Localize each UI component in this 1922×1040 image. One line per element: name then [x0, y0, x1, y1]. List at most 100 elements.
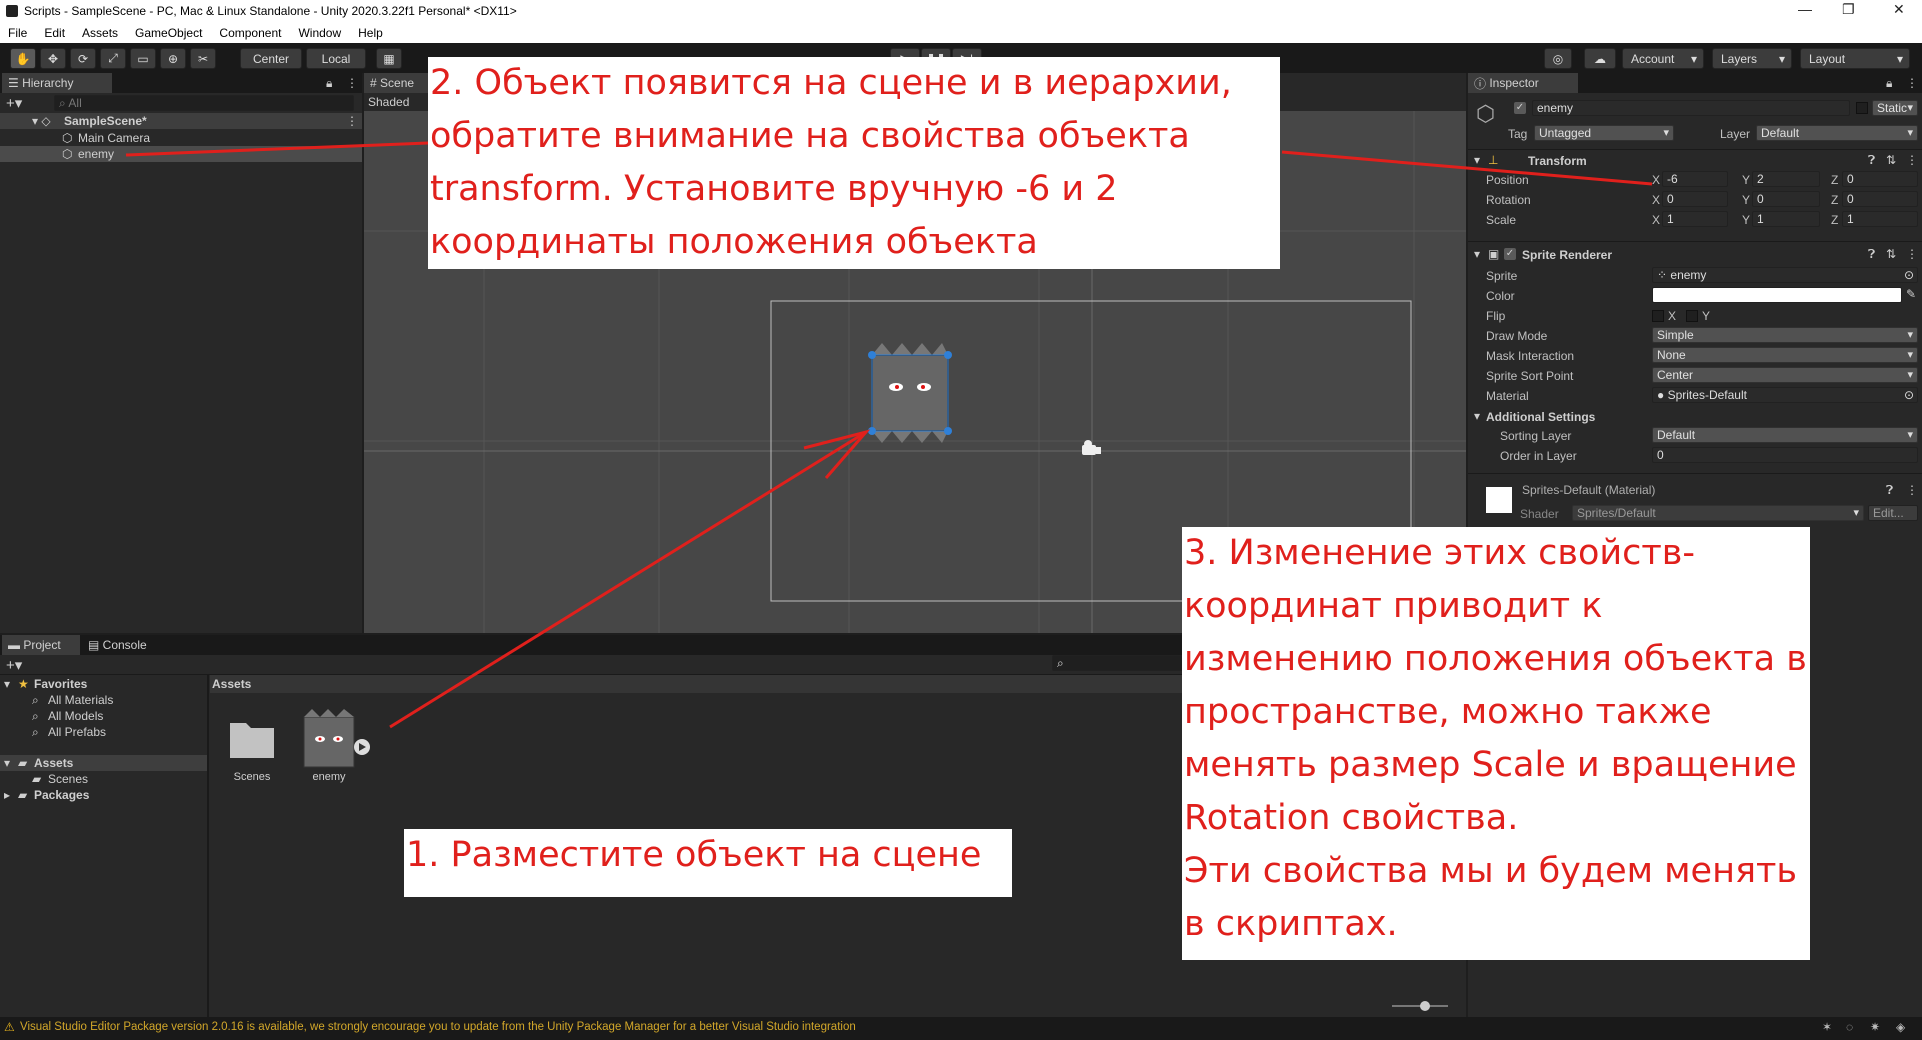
tab-console[interactable]: ▤ Console — [82, 635, 166, 655]
pivot-local-button[interactable]: Local — [306, 48, 366, 69]
layers-dropdown[interactable]: Layers ▾ — [1712, 48, 1792, 69]
foldout-arrow-icon[interactable]: ▾ — [1474, 153, 1480, 167]
sprite-field[interactable]: ⁘ enemy ⊙ — [1652, 267, 1918, 283]
menu-assets[interactable]: Assets — [82, 26, 118, 40]
static-checkbox[interactable] — [1856, 102, 1868, 114]
asset-sprite-enemy[interactable]: enemy — [298, 709, 374, 805]
object-name-field[interactable]: enemy — [1532, 100, 1850, 116]
color-swatch[interactable] — [1652, 287, 1902, 303]
tab-inspector[interactable]: ⓘ Inspector — [1468, 73, 1578, 93]
enemy-sprite[interactable] — [868, 343, 952, 443]
mask-interaction-dropdown[interactable]: None — [1652, 347, 1918, 363]
create-asset-button[interactable]: +▾ — [6, 656, 22, 674]
asset-folder-scenes[interactable]: Scenes — [226, 715, 280, 805]
assets-folder-row[interactable]: ▾ ▰ Assets — [0, 755, 207, 771]
sort-point-dropdown[interactable]: Center — [1652, 367, 1918, 383]
shading-mode-dropdown[interactable]: Shaded — [368, 95, 409, 109]
account-dropdown[interactable]: Account ▾ — [1622, 48, 1704, 69]
foldout-arrow-icon[interactable]: ▾ — [1474, 409, 1480, 423]
minimize-button[interactable]: — — [1798, 1, 1812, 17]
scale-tool-icon[interactable]: ⤢ — [100, 48, 126, 69]
rect-tool-icon[interactable]: ▭ — [130, 48, 156, 69]
order-in-layer-field[interactable]: 0 — [1652, 447, 1918, 463]
kebab-menu-icon[interactable]: ⋮ — [1906, 483, 1918, 497]
position-y-field[interactable]: 2 — [1752, 171, 1820, 187]
favorite-item[interactable]: All Prefabs — [48, 725, 106, 739]
help-icon[interactable]: ❓︎ — [1886, 483, 1893, 498]
pivot-center-button[interactable]: Center — [240, 48, 302, 69]
scale-x-field[interactable]: 1 — [1662, 211, 1728, 227]
menu-gameobject[interactable]: GameObject — [135, 26, 202, 40]
menu-component[interactable]: Component — [219, 26, 281, 40]
lighting-icon[interactable]: ◈ — [1896, 1020, 1905, 1034]
custom-tool-icon[interactable]: ✂ — [190, 48, 216, 69]
lock-icon[interactable]: 🔒︎ — [326, 76, 332, 91]
packages-folder-label[interactable]: Packages — [34, 788, 89, 802]
shader-dropdown[interactable]: Sprites/Default — [1572, 505, 1864, 521]
active-checkbox[interactable]: ✓ — [1514, 102, 1526, 114]
tag-dropdown[interactable]: Untagged — [1534, 125, 1674, 141]
debug-icon[interactable]: ✶ — [1822, 1020, 1832, 1034]
hand-tool-icon[interactable]: ✋ — [10, 48, 36, 69]
scale-y-field[interactable]: 1 — [1752, 211, 1820, 227]
transform-tool-icon[interactable]: ⊕ — [160, 48, 186, 69]
position-z-field[interactable]: 0 — [1842, 171, 1918, 187]
eyedropper-icon[interactable]: ✎ — [1906, 287, 1916, 301]
tab-hierarchy[interactable]: ☰ Hierarchy — [2, 73, 112, 93]
help-icon[interactable]: ❓︎ — [1868, 153, 1875, 168]
help-icon[interactable]: ❓︎ — [1868, 247, 1875, 262]
scene-row[interactable]: ▾ ◇ SampleScene* ⋮ — [0, 113, 362, 129]
position-x-field[interactable]: -6 — [1662, 171, 1728, 187]
kebab-menu-icon[interactable]: ⋮ — [1906, 153, 1918, 167]
edit-shader-button[interactable]: Edit... — [1868, 505, 1918, 521]
hierarchy-item[interactable]: ⬡ Main Camera — [0, 130, 362, 146]
layout-dropdown[interactable]: Layout ▾ — [1800, 48, 1910, 69]
flip-y-checkbox[interactable] — [1686, 310, 1698, 322]
favorites-header[interactable]: Favorites — [34, 677, 87, 691]
lock-icon[interactable]: 🔒︎ — [1886, 76, 1892, 91]
layer-dropdown[interactable]: Default — [1756, 125, 1918, 141]
progress-icon[interactable]: ◌ — [1846, 1020, 1853, 1034]
component-enabled-checkbox[interactable]: ✓ — [1504, 248, 1516, 260]
sorting-layer-dropdown[interactable]: Default — [1652, 427, 1918, 443]
menu-help[interactable]: Help — [358, 26, 383, 40]
rotation-x-field[interactable]: 0 — [1662, 191, 1728, 207]
rotate-tool-icon[interactable]: ⟳ — [70, 48, 96, 69]
move-tool-icon[interactable]: ✥ — [40, 48, 66, 69]
grid-snap-icon[interactable]: ▦ — [376, 48, 402, 69]
kebab-menu-icon[interactable]: ⋮ — [1906, 76, 1918, 90]
foldout-arrow-icon[interactable]: ▾ — [4, 677, 10, 691]
slider-handle[interactable] — [1420, 1001, 1430, 1011]
additional-settings-foldout[interactable]: Additional Settings — [1486, 410, 1595, 424]
tab-scene[interactable]: # Scene — [364, 73, 428, 93]
status-message[interactable]: Visual Studio Editor Package version 2.0… — [20, 1021, 856, 1033]
hierarchy-search-input[interactable]: ⌕ All — [54, 95, 354, 111]
auto-generate-icon[interactable]: ✷ — [1870, 1020, 1880, 1034]
add-object-button[interactable]: +▾ — [6, 94, 22, 112]
scale-z-field[interactable]: 1 — [1842, 211, 1918, 227]
foldout-arrow-icon[interactable]: ▸ — [4, 788, 10, 802]
cloud-icon[interactable]: ☁ — [1584, 48, 1616, 69]
menu-edit[interactable]: Edit — [44, 26, 65, 40]
preset-icon[interactable]: ⇅ — [1886, 247, 1896, 261]
foldout-arrow-icon[interactable]: ▾ — [1474, 247, 1480, 261]
rotation-y-field[interactable]: 0 — [1752, 191, 1820, 207]
draw-mode-dropdown[interactable]: Simple — [1652, 327, 1918, 343]
menu-file[interactable]: File — [8, 26, 27, 40]
flip-x-checkbox[interactable] — [1652, 310, 1664, 322]
object-picker-icon[interactable]: ⊙ — [1904, 268, 1914, 282]
kebab-menu-icon[interactable]: ⋮ — [1906, 247, 1918, 261]
menu-window[interactable]: Window — [298, 26, 341, 40]
favorite-item[interactable]: All Models — [48, 709, 103, 723]
kebab-menu-icon[interactable]: ⋮ — [346, 114, 358, 128]
preset-icon[interactable]: ⇅ — [1886, 153, 1896, 167]
close-button[interactable]: ✕ — [1893, 1, 1905, 18]
kebab-menu-icon[interactable]: ⋮ — [346, 76, 358, 90]
tab-project[interactable]: ▬ Project — [2, 635, 80, 655]
scenes-folder-item[interactable]: Scenes — [48, 772, 88, 786]
rotation-z-field[interactable]: 0 — [1842, 191, 1918, 207]
breadcrumb[interactable]: Assets — [212, 677, 251, 691]
collab-icon[interactable]: ◎ — [1544, 48, 1572, 69]
hierarchy-item-selected[interactable]: ⬡ enemy — [0, 146, 362, 162]
maximize-button[interactable]: ❐ — [1842, 1, 1855, 18]
